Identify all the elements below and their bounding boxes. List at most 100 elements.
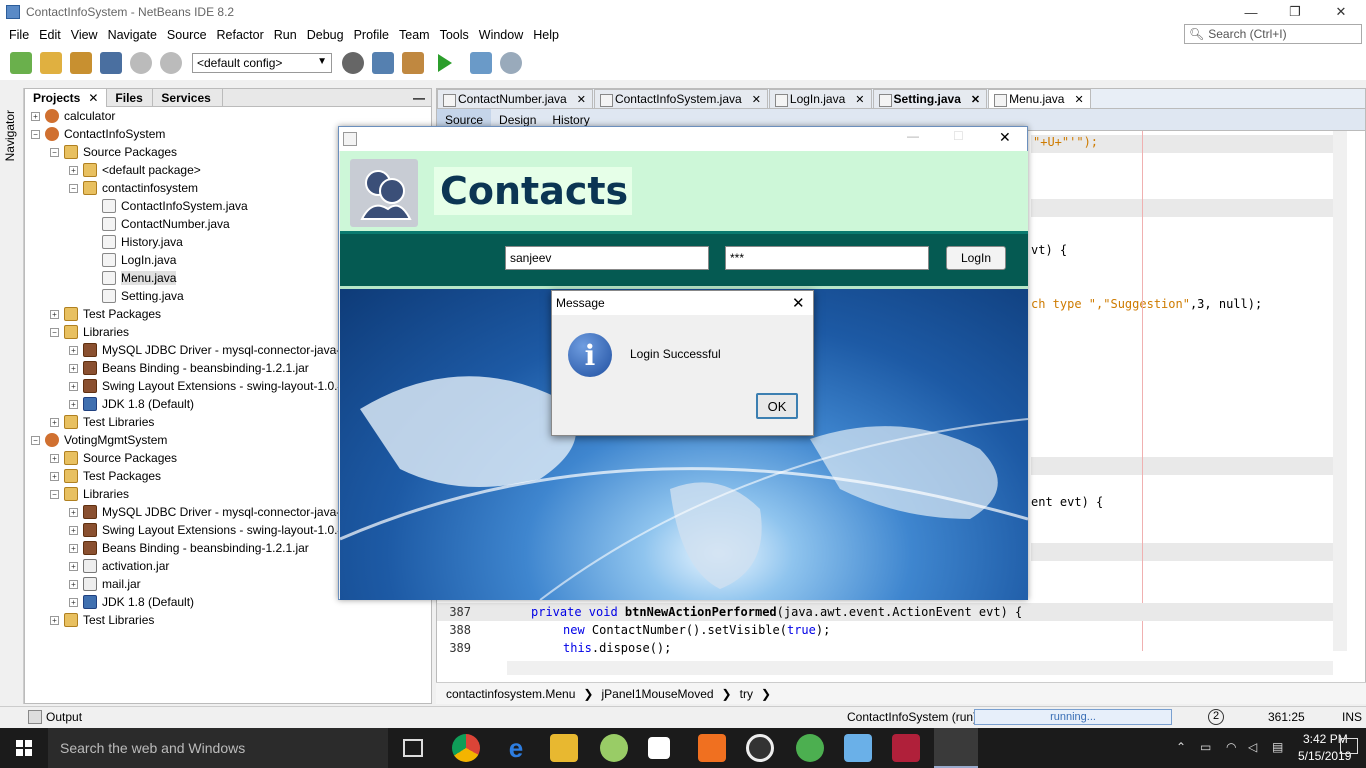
expand-icon[interactable]: + bbox=[69, 543, 78, 553]
redo-icon[interactable] bbox=[160, 52, 182, 74]
tree-item[interactable]: + Swing Layout Extensions - swing-layout-… bbox=[69, 377, 357, 395]
app-icon[interactable] bbox=[796, 734, 824, 762]
tree-item[interactable]: + Source Packages bbox=[50, 449, 177, 467]
chevron-up-icon[interactable]: ⌃ bbox=[1176, 740, 1186, 754]
menu-help[interactable]: Help bbox=[533, 28, 559, 42]
close-icon[interactable]: ✕ bbox=[971, 93, 980, 106]
output-tab[interactable]: Output bbox=[46, 710, 82, 724]
close-icon[interactable]: ✕ bbox=[855, 93, 864, 106]
close-button[interactable]: ✕ bbox=[792, 294, 805, 312]
tab-projects[interactable]: Projects ✕ bbox=[25, 88, 108, 107]
tree-item[interactable]: − Source Packages bbox=[50, 143, 177, 161]
navigator-tab[interactable]: Navigator bbox=[3, 110, 17, 161]
tab-files[interactable]: Files bbox=[107, 88, 154, 107]
tree-item[interactable]: History.java bbox=[88, 233, 183, 251]
action-center-icon[interactable] bbox=[1340, 738, 1358, 754]
tree-item[interactable]: + JDK 1.8 (Default) bbox=[69, 395, 194, 413]
debug-icon[interactable] bbox=[470, 52, 492, 74]
maximize-button[interactable]: ☐ bbox=[953, 129, 964, 143]
minimize-button[interactable]: — bbox=[1228, 0, 1274, 24]
ok-button[interactable]: OK bbox=[756, 393, 798, 419]
menu-refactor[interactable]: Refactor bbox=[217, 28, 264, 42]
build-icon[interactable] bbox=[372, 52, 394, 74]
breadcrumb-block[interactable]: try bbox=[740, 687, 753, 701]
xampp-icon[interactable] bbox=[698, 734, 726, 762]
maximize-button[interactable]: ❐ bbox=[1272, 0, 1318, 24]
java-app-taskbar-icon[interactable] bbox=[934, 728, 978, 768]
breadcrumb-method[interactable]: jPanel1MouseMoved bbox=[601, 687, 713, 701]
menu-view[interactable]: View bbox=[71, 28, 98, 42]
wifi-icon[interactable]: ◠ bbox=[1226, 740, 1236, 754]
tab-services[interactable]: Services bbox=[153, 88, 224, 107]
tree-item[interactable]: + <default package> bbox=[69, 161, 201, 179]
menu-edit[interactable]: Edit bbox=[39, 28, 61, 42]
menu-team[interactable]: Team bbox=[399, 28, 430, 42]
task-view-icon[interactable] bbox=[403, 739, 423, 757]
volume-icon[interactable]: ◁ bbox=[1248, 740, 1257, 754]
undo-icon[interactable] bbox=[130, 52, 152, 74]
close-icon[interactable]: ✕ bbox=[577, 93, 586, 106]
expand-icon[interactable]: + bbox=[69, 381, 78, 391]
file-explorer-icon[interactable] bbox=[550, 734, 578, 762]
tab-history[interactable]: History bbox=[544, 113, 597, 127]
menu-profile[interactable]: Profile bbox=[354, 28, 389, 42]
tree-item[interactable]: Setting.java bbox=[88, 287, 184, 305]
battery-icon[interactable]: ▭ bbox=[1200, 740, 1211, 754]
expand-icon[interactable]: + bbox=[69, 597, 78, 607]
tree-item[interactable]: + activation.jar bbox=[69, 557, 169, 575]
password-field[interactable]: *** bbox=[725, 246, 929, 270]
collapse-icon[interactable]: − bbox=[69, 183, 78, 193]
close-button[interactable]: ✕ bbox=[1318, 0, 1364, 24]
tree-item[interactable]: LogIn.java bbox=[88, 251, 176, 269]
save-all-icon[interactable] bbox=[100, 52, 122, 74]
tree-item[interactable]: − VotingMgmtSystem bbox=[31, 431, 167, 449]
eclipse-icon[interactable] bbox=[746, 734, 774, 762]
search-input[interactable]: 🔍︎ Search (Ctrl+I) bbox=[1184, 24, 1362, 44]
tree-item[interactable]: + Test Libraries bbox=[50, 611, 154, 629]
login-button[interactable]: LogIn bbox=[946, 246, 1006, 270]
menu-debug[interactable]: Debug bbox=[307, 28, 344, 42]
tree-item[interactable]: + Beans Binding - beansbinding-1.2.1.jar bbox=[69, 539, 309, 557]
editor-tab[interactable]: Menu.java ✕ bbox=[988, 89, 1091, 108]
tab-design[interactable]: Design bbox=[491, 113, 544, 127]
expand-icon[interactable]: + bbox=[69, 525, 78, 535]
minimize-button[interactable]: — bbox=[907, 129, 919, 143]
tree-item[interactable]: + mail.jar bbox=[69, 575, 141, 593]
collapse-icon[interactable]: − bbox=[31, 435, 40, 445]
tree-item[interactable]: + Swing Layout Extensions - swing-layout-… bbox=[69, 521, 357, 539]
tree-item[interactable]: + MySQL JDBC Driver - mysql-connector-jav… bbox=[69, 341, 360, 359]
expand-icon[interactable]: + bbox=[69, 507, 78, 517]
open-project-icon[interactable] bbox=[70, 52, 92, 74]
profile-icon[interactable] bbox=[500, 52, 522, 74]
editor-tab[interactable]: ContactNumber.java ✕ bbox=[437, 89, 593, 108]
username-field[interactable]: sanjeev bbox=[505, 246, 709, 270]
expand-icon[interactable]: + bbox=[69, 165, 78, 175]
expand-icon[interactable]: + bbox=[50, 453, 59, 463]
store-icon[interactable] bbox=[648, 737, 670, 759]
menu-navigate[interactable]: Navigate bbox=[108, 28, 157, 42]
tree-item[interactable]: + Beans Binding - beansbinding-1.2.1.jar bbox=[69, 359, 309, 377]
tree-item[interactable]: − Libraries bbox=[50, 323, 129, 341]
menu-file[interactable]: File bbox=[9, 28, 29, 42]
expand-icon[interactable]: + bbox=[50, 615, 59, 625]
collapse-icon[interactable]: − bbox=[50, 489, 59, 499]
android-studio-icon[interactable] bbox=[600, 734, 628, 762]
keyboard-icon[interactable]: ▤ bbox=[1272, 740, 1283, 754]
expand-icon[interactable]: + bbox=[50, 471, 59, 481]
clean-build-icon[interactable] bbox=[402, 52, 424, 74]
collapse-icon[interactable]: − bbox=[50, 327, 59, 337]
expand-icon[interactable]: + bbox=[31, 111, 40, 121]
config-select[interactable]: <default config> ▼ bbox=[192, 53, 332, 73]
globe-icon[interactable] bbox=[342, 52, 364, 74]
tree-item[interactable]: + Test Packages bbox=[50, 305, 161, 323]
expand-icon[interactable]: + bbox=[69, 363, 78, 373]
tree-item[interactable]: ContactInfoSystem.java bbox=[88, 197, 248, 215]
cube-app-icon[interactable] bbox=[844, 734, 872, 762]
editor-tab[interactable]: Setting.java ✕ bbox=[872, 89, 988, 108]
notification-badge[interactable]: 2 bbox=[1208, 709, 1224, 725]
close-icon[interactable]: ✕ bbox=[1074, 93, 1083, 106]
collapse-icon[interactable]: − bbox=[50, 147, 59, 157]
close-icon[interactable]: ✕ bbox=[88, 91, 98, 105]
expand-icon[interactable]: + bbox=[69, 345, 78, 355]
expand-icon[interactable]: + bbox=[50, 309, 59, 319]
